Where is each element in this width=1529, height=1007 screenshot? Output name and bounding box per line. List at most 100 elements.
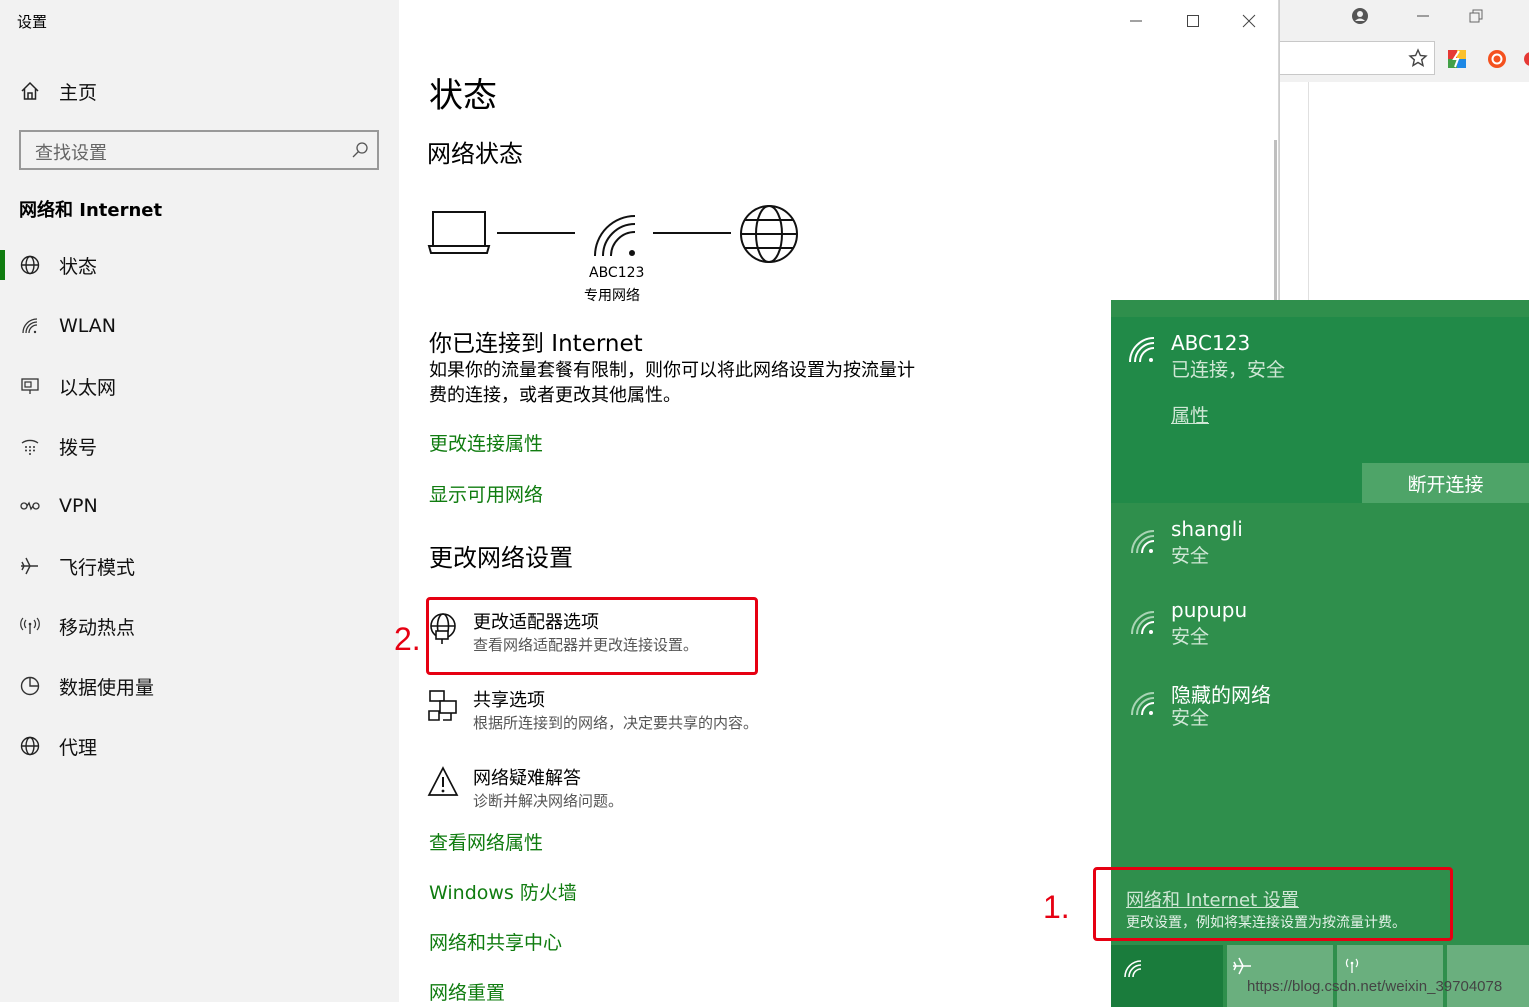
sidebar-item-wlan[interactable]: WLAN (0, 303, 399, 349)
dialup-icon (18, 434, 42, 458)
connected-network-name: ABC123 (1171, 331, 1251, 355)
change-settings-heading: 更改网络设置 (429, 544, 573, 572)
vpn-icon (18, 494, 42, 518)
diagram-network-type: 专用网络 (584, 288, 640, 304)
show-available-networks-link[interactable]: 显示可用网络 (429, 480, 543, 507)
maximize-button[interactable] (1184, 12, 1202, 30)
settings-sidebar: 设置 主页 查找设置 网络和 Internet 状态 WLAN 以太网 拨号 V… (0, 0, 399, 1002)
sidebar-item-label: 飞行模式 (59, 556, 136, 579)
window-title: 设置 (17, 13, 48, 31)
troubleshoot-item[interactable]: 网络疑难解答 诊断并解决网络问题。 (427, 761, 847, 817)
sidebar-item-label: VPN (59, 495, 98, 517)
windows-firewall-link[interactable]: Windows 防火墙 (429, 878, 577, 905)
extension-icon[interactable] (1446, 48, 1468, 70)
sidebar-item-label: 移动热点 (59, 616, 136, 639)
network-name: shangli (1171, 517, 1243, 541)
annotation-step-1: 1. (1043, 889, 1070, 925)
network-status: 安全 (1171, 707, 1210, 729)
warning-icon (427, 766, 459, 796)
sharing-icon (428, 690, 457, 721)
sidebar-section-title: 网络和 Internet (19, 200, 163, 221)
bookmark-star-icon[interactable] (1408, 48, 1428, 68)
sidebar-item-ethernet[interactable]: 以太网 (0, 363, 399, 409)
connected-heading: 你已连接到 Internet (429, 331, 643, 357)
close-button[interactable] (1240, 12, 1258, 30)
extension-partial-icon[interactable] (1523, 50, 1529, 68)
watermark: https://blog.csdn.net/weixin_39704078 (1247, 978, 1503, 995)
internet-globe-icon (740, 205, 798, 263)
sidebar-item-airplane[interactable]: 飞行模式 (0, 543, 399, 589)
connected-network-status: 已连接，安全 (1171, 359, 1286, 381)
network-list-item[interactable]: pupupu 安全 (1111, 596, 1529, 660)
disconnect-button[interactable]: 断开连接 (1362, 463, 1529, 503)
wifi-secured-icon (1131, 611, 1155, 635)
data-usage-icon (18, 674, 42, 698)
minimize-button[interactable] (1127, 12, 1145, 30)
network-diagram (427, 205, 798, 263)
connected-network-panel: ABC123 已连接，安全 属性 断开连接 (1111, 317, 1529, 503)
option-title: 共享选项 (473, 690, 545, 711)
network-status: 安全 (1171, 626, 1210, 648)
scrollbar[interactable] (1274, 140, 1277, 300)
quick-action-wifi[interactable] (1111, 945, 1223, 1007)
wifi-secured-icon (1131, 692, 1155, 716)
option-title: 网络疑难解答 (473, 768, 581, 789)
quick-action-tile[interactable] (1447, 945, 1529, 1007)
network-sharing-center-link[interactable]: 网络和共享中心 (429, 928, 562, 955)
network-list-item[interactable]: 隐藏的网络 安全 (1111, 677, 1529, 741)
account-icon[interactable] (1350, 6, 1370, 26)
search-placeholder: 查找设置 (35, 143, 107, 164)
sidebar-item-proxy[interactable]: 代理 (0, 723, 399, 769)
globe-icon (18, 734, 42, 758)
hotspot-icon (18, 614, 42, 638)
airplane-icon (18, 554, 42, 578)
home-icon (18, 79, 42, 103)
sidebar-item-label: 代理 (59, 736, 98, 759)
wifi-icon (1124, 960, 1142, 978)
diagram-network-name: ABC123 (589, 265, 645, 281)
quick-action-hotspot[interactable] (1337, 945, 1443, 1007)
wifi-icon (18, 314, 42, 338)
airplane-icon (1233, 957, 1251, 975)
ethernet-icon (18, 374, 42, 398)
browser-restore-icon[interactable] (1468, 8, 1484, 24)
sidebar-item-home[interactable]: 主页 (0, 68, 399, 114)
search-icon (352, 142, 368, 158)
sidebar-item-label: 拨号 (59, 436, 98, 459)
sidebar-item-status[interactable]: 状态 (0, 242, 399, 288)
browser-divider (1308, 82, 1309, 302)
option-description: 根据所连接到的网络，决定要共享的内容。 (473, 714, 759, 732)
ubuntu-extension-icon[interactable] (1486, 48, 1508, 70)
wifi-signal-icon (594, 215, 636, 257)
sidebar-item-label: 数据使用量 (59, 676, 155, 699)
connected-description-line1: 如果你的流量套餐有限制，则你可以将此网络设置为按流量计 (429, 360, 915, 381)
annotation-box-1 (1093, 867, 1453, 941)
network-name: pupupu (1171, 598, 1248, 622)
change-connection-properties-link[interactable]: 更改连接属性 (429, 429, 543, 456)
hotspot-icon (1345, 958, 1359, 973)
sharing-options-item[interactable]: 共享选项 根据所连接到的网络，决定要共享的内容。 (427, 683, 847, 739)
network-reset-link[interactable]: 网络重置 (429, 978, 505, 1005)
wifi-secured-icon (1131, 530, 1155, 554)
annotation-step-2: 2. (394, 621, 421, 657)
network-status: 安全 (1171, 545, 1210, 567)
view-network-properties-link[interactable]: 查看网络属性 (429, 828, 543, 855)
quick-action-airplane[interactable] (1227, 945, 1333, 1007)
globe-icon (18, 253, 42, 277)
option-description: 诊断并解决网络问题。 (473, 792, 624, 810)
annotation-box-2 (426, 597, 758, 675)
sidebar-item-vpn[interactable]: VPN (0, 483, 399, 529)
sidebar-item-label: WLAN (59, 315, 117, 337)
network-list-item[interactable]: shangli 安全 (1111, 515, 1529, 579)
browser-minimize-icon[interactable] (1415, 10, 1431, 22)
properties-link[interactable]: 属性 (1171, 401, 1209, 428)
sidebar-item-label: 以太网 (59, 376, 117, 399)
sidebar-item-label: 状态 (59, 255, 98, 278)
sidebar-item-data-usage[interactable]: 数据使用量 (0, 663, 399, 709)
sidebar-item-dialup[interactable]: 拨号 (0, 423, 399, 469)
network-status-heading: 网络状态 (427, 140, 523, 168)
sidebar-item-hotspot[interactable]: 移动热点 (0, 603, 399, 649)
page-title: 状态 (429, 76, 497, 116)
search-input[interactable]: 查找设置 (19, 130, 379, 170)
sidebar-item-label: 主页 (59, 81, 98, 104)
